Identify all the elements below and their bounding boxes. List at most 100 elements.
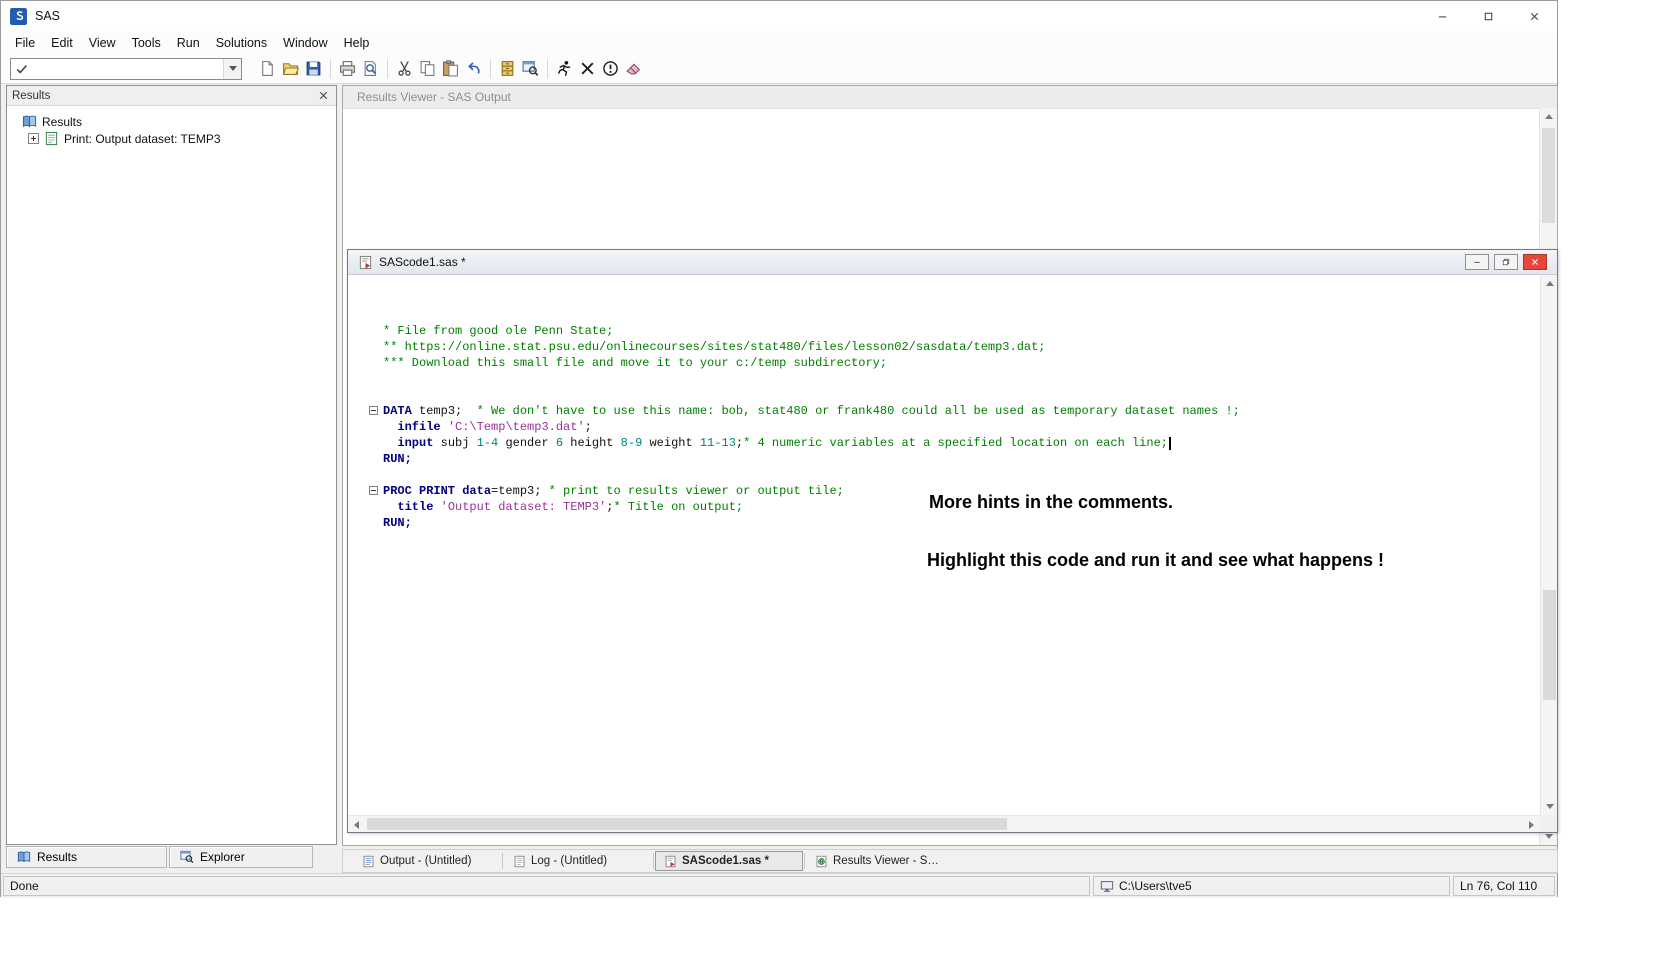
submit-program-button[interactable] (553, 57, 576, 80)
print-preview-button[interactable] (359, 57, 382, 80)
log-window-icon (513, 855, 526, 868)
new-library-button[interactable] (496, 57, 519, 80)
results-panel-close-button[interactable] (316, 88, 331, 103)
dock-tab-label: Results (37, 850, 77, 864)
window-tab-results-viewer-sas-ou[interactable]: Results Viewer - SAS Ou... (806, 851, 954, 871)
scrollbar-thumb[interactable] (1543, 590, 1556, 700)
scroll-left-button[interactable] (348, 816, 365, 833)
title-bar[interactable]: SAS (1, 1, 1557, 31)
code-line[interactable]: * File from good ole Penn State; (383, 323, 1540, 339)
scroll-down-button[interactable] (1541, 798, 1558, 815)
window-controls (1419, 1, 1557, 31)
clear-all-button[interactable] (622, 57, 645, 80)
window-tab-output-untitled[interactable]: Output - (Untitled) (353, 851, 501, 871)
chevron-up-icon (1545, 114, 1553, 119)
new-document-button[interactable] (256, 57, 279, 80)
minimize-button[interactable] (1419, 1, 1465, 31)
code-line[interactable] (383, 467, 1540, 483)
menu-view[interactable]: View (81, 33, 124, 53)
code-line[interactable] (383, 307, 1540, 323)
menu-tools[interactable]: Tools (124, 33, 169, 53)
cancel-button[interactable] (576, 57, 599, 80)
menu-window[interactable]: Window (275, 33, 335, 53)
dock-tab-results[interactable]: Results (6, 846, 167, 868)
results-viewer-titlebar[interactable]: Results Viewer - SAS Output (343, 86, 1557, 109)
code-editor[interactable]: * File from good ole Penn State;** https… (348, 275, 1540, 815)
status-cursor-position: Ln 76, Col 110 (1460, 879, 1537, 893)
tree-item-print-output[interactable]: Print: Output dataset: TEMP3 (7, 130, 336, 147)
close-button[interactable] (1511, 1, 1557, 31)
menu-edit[interactable]: Edit (43, 33, 81, 53)
annotation-more-hints: More hints in the comments. (929, 492, 1173, 513)
tree-item-results[interactable]: Results (7, 113, 336, 130)
editor-restore-button[interactable] (1494, 254, 1518, 270)
tab-separator (502, 853, 503, 869)
save-file-button[interactable] (302, 57, 325, 80)
window-tab-label: Results Viewer - SAS Ou... (833, 855, 945, 867)
window-tab-label: Output - (Untitled) (380, 855, 471, 867)
editor-window: SAScode1.sas * * File from good ole Penn… (347, 249, 1558, 833)
editor-close-button[interactable] (1523, 254, 1547, 270)
tab-separator (804, 853, 805, 869)
code-line[interactable] (383, 387, 1540, 403)
code-line[interactable]: infile 'C:\Temp\temp3.dat'; (383, 419, 1540, 435)
scrollbar-thumb[interactable] (367, 818, 1007, 830)
window-title: SAS (35, 9, 60, 23)
expand-plus-icon[interactable] (28, 133, 39, 144)
code-line[interactable]: DATA temp3; * We don't have to use this … (383, 403, 1540, 419)
code-line[interactable]: *** Download this small file and move it… (383, 355, 1540, 371)
code-line[interactable]: ** https://online.stat.psu.edu/onlinecou… (383, 339, 1540, 355)
scroll-up-button[interactable] (1540, 108, 1557, 125)
close-icon (317, 89, 330, 102)
scroll-right-button[interactable] (1523, 816, 1540, 833)
chevron-down-icon (1545, 834, 1553, 839)
editor-horizontal-scrollbar[interactable] (348, 815, 1540, 832)
open-file-button[interactable] (279, 57, 302, 80)
results-book-icon (22, 114, 37, 129)
code-line[interactable]: RUN; (383, 451, 1540, 467)
editor-minimize-button[interactable] (1465, 254, 1489, 270)
toolbar-buttons (256, 57, 645, 80)
code-line[interactable]: RUN; (383, 515, 1540, 531)
code-line[interactable]: input subj 1-4 gender 6 height 8-9 weigh… (383, 435, 1540, 451)
submit-program-icon (556, 60, 573, 77)
fold-collapse-icon[interactable] (369, 406, 378, 415)
sas-explorer-button[interactable] (519, 57, 542, 80)
sas-logo-icon (10, 8, 27, 25)
window-tab-sascode1-sas[interactable]: SAScode1.sas * (655, 851, 803, 871)
fold-collapse-icon[interactable] (369, 486, 378, 495)
tree-item-label: Results (42, 115, 82, 129)
scroll-up-button[interactable] (1541, 275, 1558, 292)
paste-button[interactable] (439, 57, 462, 80)
menu-run[interactable]: Run (169, 33, 208, 53)
cut-button[interactable] (393, 57, 416, 80)
break-button[interactable] (599, 57, 622, 80)
code-line[interactable] (383, 371, 1540, 387)
menu-file[interactable]: File (7, 33, 43, 53)
undo-button[interactable] (462, 57, 485, 80)
toolbar-separator (547, 59, 548, 78)
menu-solutions[interactable]: Solutions (208, 33, 275, 53)
command-combobox[interactable] (10, 58, 242, 80)
code-line[interactable] (383, 275, 1540, 291)
copy-button[interactable] (416, 57, 439, 80)
print-button[interactable] (336, 57, 359, 80)
maximize-button[interactable] (1465, 1, 1511, 31)
menu-help[interactable]: Help (336, 33, 378, 53)
dock-tab-explorer[interactable]: Explorer (169, 846, 313, 868)
save-file-icon (305, 60, 322, 77)
editor-titlebar[interactable]: SAScode1.sas * (348, 250, 1557, 275)
status-cursor-position-box: Ln 76, Col 110 (1453, 876, 1555, 896)
dock-tab-bar: Results Explorer (6, 846, 315, 868)
scrollbar-corner (1540, 815, 1557, 832)
copy-icon (419, 60, 436, 77)
results-panel-titlebar[interactable]: Results (7, 86, 336, 106)
code-line[interactable] (383, 291, 1540, 307)
tab-separator (653, 853, 654, 869)
scrollbar-thumb[interactable] (1542, 128, 1555, 223)
command-input[interactable] (31, 58, 223, 80)
window-tab-log-untitled[interactable]: Log - (Untitled) (504, 851, 652, 871)
output-window-icon (362, 855, 375, 868)
combo-dropdown-button[interactable] (223, 59, 241, 79)
editor-vertical-scrollbar[interactable] (1540, 275, 1557, 815)
